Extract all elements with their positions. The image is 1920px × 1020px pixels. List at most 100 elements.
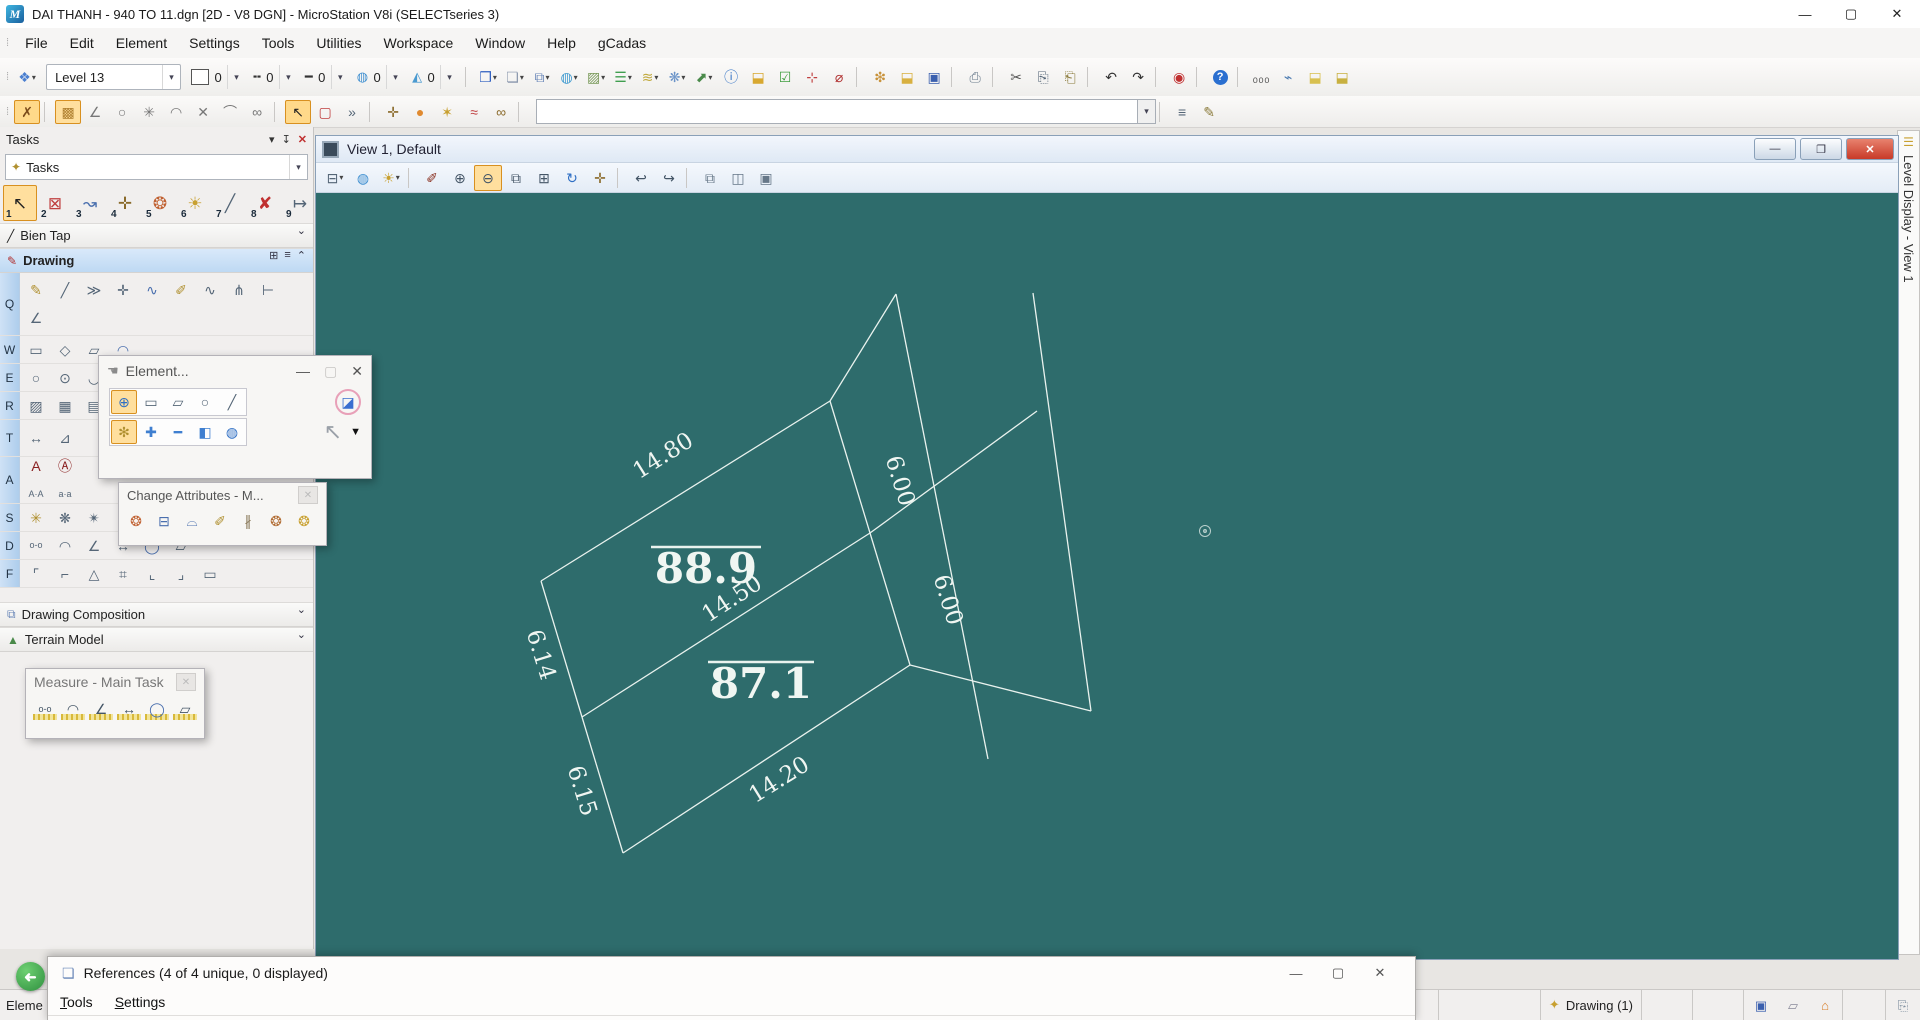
saved-views-icon[interactable]: ⧉ ▾: [529, 65, 555, 89]
cut-icon[interactable]: ✂: [1003, 65, 1029, 89]
redo-icon[interactable]: ↷: [1125, 65, 1151, 89]
task-change-attributes[interactable]: ❂ 5: [143, 185, 177, 221]
task-fence[interactable]: ⊠ 2: [38, 185, 72, 221]
view-groups-icon[interactable]: ◍ ▾: [556, 65, 582, 89]
dialog-close-button[interactable]: ✕: [298, 486, 318, 504]
tasks-close-icon[interactable]: ✕: [298, 133, 307, 146]
element-dialog-titlebar[interactable]: ☚ Element... — ▢ ✕: [99, 356, 371, 386]
status-home-icon[interactable]: ⌂: [1812, 993, 1838, 1017]
circle-selection-icon[interactable]: ○: [192, 390, 218, 414]
menu-edit[interactable]: Edit: [59, 28, 105, 58]
crosshatch-area-icon[interactable]: ▦: [51, 393, 79, 419]
references-close-button[interactable]: ✕: [1359, 960, 1401, 986]
tasks-combo-caret[interactable]: ▾: [289, 155, 307, 179]
task-levels[interactable]: ☀ 6: [178, 185, 212, 221]
menu-workspace[interactable]: Workspace: [373, 28, 465, 58]
fence-display-icon[interactable]: ▢: [312, 100, 338, 124]
change-element-attributes-icon[interactable]: ❂: [123, 509, 149, 533]
pan-view-icon[interactable]: ✛: [586, 165, 614, 191]
references-minimize-button[interactable]: —: [1275, 960, 1317, 986]
drawing-canvas[interactable]: 14.80 6.00 6.00 88.9 14.50 87.1 6.14 6.1…: [316, 193, 1898, 959]
expand-chevrons-icon[interactable]: »: [339, 100, 365, 124]
references-menu-tools[interactable]: Tools: [60, 994, 93, 1010]
section-bien-tap[interactable]: ╱ Bien Tap ⌄: [0, 223, 313, 248]
references-caret[interactable]: ▾: [628, 73, 632, 82]
snap-association-icon[interactable]: ∞: [244, 100, 270, 124]
active-color-swatch[interactable]: [191, 69, 210, 85]
task-element-selection[interactable]: ↖ 1: [3, 185, 37, 221]
keyin-caret[interactable]: ▾: [1138, 99, 1157, 124]
menu-utilities[interactable]: Utilities: [305, 28, 372, 58]
place-line-icon[interactable]: ╱: [51, 277, 79, 303]
gcadas-import-folder-icon[interactable]: ⬓: [1329, 65, 1355, 89]
help-icon[interactable]: ?: [1207, 65, 1233, 89]
status-clipboard-icon[interactable]: ⎘: [1890, 993, 1916, 1017]
sketch-curve-icon[interactable]: ✐: [167, 277, 195, 303]
raster-manager-caret[interactable]: ▾: [601, 73, 605, 82]
measure-angle-icon[interactable]: ∠: [80, 533, 108, 559]
view-next-icon[interactable]: ↪: [655, 165, 683, 191]
zoom-in-icon[interactable]: ⊕: [446, 165, 474, 191]
dialog-close-button[interactable]: ✕: [351, 363, 363, 380]
raster-manager-icon[interactable]: ▨ ▾: [583, 65, 609, 89]
section-drawing[interactable]: ✎ Drawing ⊞ ≡ ⌃: [0, 248, 313, 273]
place-point-icon[interactable]: ✛: [109, 277, 137, 303]
place-circle-icon[interactable]: ○: [22, 365, 50, 391]
redline-tool-icon[interactable]: ≈: [461, 100, 487, 124]
chevron-down-icon[interactable]: ⌄: [297, 628, 306, 651]
measure-length-icon[interactable]: ↔: [116, 697, 142, 721]
place-shape-icon[interactable]: ◇: [51, 337, 79, 363]
list-view-icon[interactable]: ≡: [284, 249, 290, 272]
place-block-icon[interactable]: ▭: [22, 337, 50, 363]
undo-icon[interactable]: ↶: [1098, 65, 1124, 89]
copy-attributes-icon[interactable]: ❂: [263, 509, 289, 533]
dialog-expand-caret[interactable]: ▼: [350, 426, 361, 438]
smart-match-icon[interactable]: ∦: [235, 509, 261, 533]
view-display-mode-caret[interactable]: ▾: [339, 173, 343, 182]
window-maximize-button[interactable]: ▢: [1828, 0, 1874, 28]
subtract-selection-icon[interactable]: ━: [165, 420, 191, 444]
block-selection-icon[interactable]: ▭: [138, 390, 164, 414]
bentley-icon[interactable]: ◉: [1166, 65, 1192, 89]
active-color-caret[interactable]: ▾: [227, 65, 245, 89]
active-line-style-control[interactable]: ╍ 0 ▾: [253, 65, 297, 89]
dimension-center-icon[interactable]: ▭: [196, 561, 224, 587]
tasks-pin-icon[interactable]: ↧: [282, 133, 291, 146]
fit-view-icon[interactable]: ⊞: [530, 165, 558, 191]
measure-area-icon[interactable]: ◯: [144, 697, 170, 721]
dimension-radial-icon[interactable]: ⌞: [138, 561, 166, 587]
dimension-ordinate-icon[interactable]: ⌗: [109, 561, 137, 587]
construct-branch-icon[interactable]: ⋔: [225, 277, 253, 303]
task-measure[interactable]: ↦ 9: [283, 185, 317, 221]
view-brightness-icon[interactable]: ☀ ▾: [377, 165, 405, 191]
dimension-diameter-icon[interactable]: ⌟: [167, 561, 195, 587]
menu-element[interactable]: Element: [105, 28, 178, 58]
active-line-weight-caret[interactable]: ▾: [330, 65, 349, 89]
overlap-mode-icon[interactable]: ◪: [335, 389, 361, 415]
zoom-out-icon[interactable]: ⊖: [474, 164, 502, 191]
change-text-case-icon[interactable]: a·a: [51, 481, 79, 507]
chevron-up-icon[interactable]: ⌃: [297, 249, 306, 272]
place-point-curve-icon[interactable]: ∿: [138, 277, 166, 303]
view-minimize-button[interactable]: —: [1754, 138, 1796, 160]
task-pan[interactable]: ✛ 4: [108, 185, 142, 221]
references-maximize-button[interactable]: ▢: [1317, 960, 1359, 986]
print-icon[interactable]: ⎙: [962, 65, 988, 89]
task-construct-line[interactable]: ╱ 7: [213, 185, 247, 221]
accudraw-icon[interactable]: ⊹: [799, 65, 825, 89]
active-level-caret[interactable]: ▾: [162, 65, 180, 89]
view-brightness-caret[interactable]: ▾: [396, 173, 400, 182]
chevron-down-icon[interactable]: ⌄: [297, 224, 306, 247]
level-bulb-icon[interactable]: ✶: [434, 100, 460, 124]
view-titlebar[interactable]: View 1, Default — ❐ ✕: [316, 136, 1898, 163]
select-cell-icon[interactable]: ✴: [80, 505, 108, 531]
save-file-icon[interactable]: ▣: [921, 65, 947, 89]
dimension-element-icon[interactable]: ↔: [22, 425, 50, 451]
keyin-input[interactable]: [537, 100, 1138, 123]
accusnap-toggle-icon[interactable]: ✗: [14, 99, 41, 124]
menu-gcadas[interactable]: gCadas: [587, 28, 657, 58]
element-information-icon[interactable]: ⓘ: [718, 65, 744, 89]
measure-distance-icon[interactable]: o-o: [22, 533, 50, 559]
keyin-edit-icon[interactable]: ✎: [1196, 100, 1222, 124]
sheet-manager-caret[interactable]: ▾: [654, 73, 658, 82]
